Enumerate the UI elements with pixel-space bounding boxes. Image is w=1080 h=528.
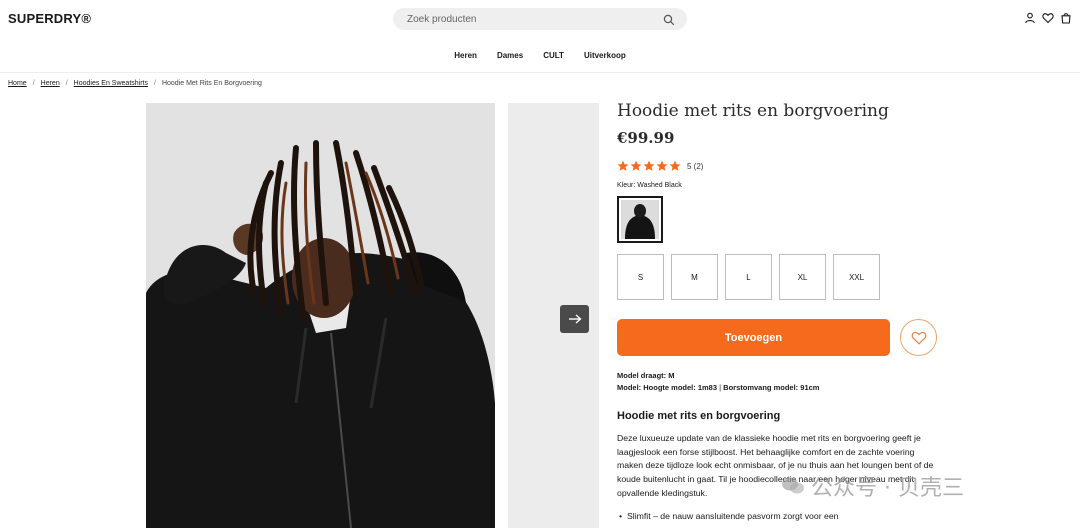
star-icon: [630, 160, 642, 171]
breadcrumb-current: Hoodie Met Rits En Borgvoering: [161, 80, 262, 87]
product-price: €99.99: [617, 129, 675, 147]
colour-label: Kleur: Washed Black: [617, 182, 682, 189]
star-icon: [643, 160, 655, 171]
swatch-thumbnail: [621, 200, 659, 239]
colour-swatch-washed-black[interactable]: [617, 196, 663, 243]
breadcrumb-heren[interactable]: Heren: [41, 80, 60, 87]
heart-icon: [911, 331, 926, 345]
description-title: Hoodie met rits en borgvoering: [617, 410, 781, 422]
model-wears-label: Model draagt:: [617, 371, 667, 380]
star-icon: [669, 160, 681, 171]
gallery-next-button[interactable]: [560, 305, 589, 333]
nav-item-heren[interactable]: Heren: [454, 51, 477, 60]
nav-item-uitverkoop[interactable]: Uitverkoop: [584, 51, 626, 60]
model-photo: [146, 103, 495, 528]
bag-icon[interactable]: [1060, 12, 1072, 24]
breadcrumb: Home / Heren / Hoodies En Sweatshirts / …: [8, 80, 262, 87]
model-height-label: Model: Hoogte model:: [617, 383, 696, 392]
watermark-text: 公众号 · 贝壳三: [811, 476, 964, 501]
breadcrumb-home[interactable]: Home: [8, 80, 27, 87]
superdry-logo[interactable]: SUPERDRY®: [8, 11, 91, 26]
site-header: SUPERDRY®: [0, 0, 1080, 38]
breadcrumb-separator: /: [32, 80, 35, 87]
search-bar[interactable]: [393, 8, 687, 30]
measurement-separator: |: [719, 383, 722, 392]
header-icons: [1024, 12, 1072, 24]
rating-stars: [617, 160, 681, 172]
size-option-xl[interactable]: XL: [779, 254, 826, 300]
size-option-xxl[interactable]: XXL: [833, 254, 880, 300]
watermark: 公众号 · 贝壳三: [781, 470, 964, 502]
wishlist-button[interactable]: [900, 319, 937, 356]
arrow-right-icon: [568, 314, 582, 324]
model-measurements: Model: Hoogte model: 1m83 | Borstomvang …: [617, 383, 819, 392]
colour-value: Washed Black: [637, 182, 682, 189]
wechat-icon: [782, 477, 804, 494]
product-info: Hoodie met rits en borgvoering €99.99 5 …: [617, 101, 947, 521]
nav-item-cult[interactable]: CULT: [543, 51, 564, 60]
main-nav: Heren Dames CULT Uitverkoop: [0, 38, 1080, 73]
product-main-image[interactable]: [146, 103, 495, 528]
model-chest-label: Borstomvang model:: [723, 383, 799, 392]
star-icon: [617, 160, 629, 171]
rating-count: 5 (2): [687, 161, 704, 171]
model-wears-value: M: [668, 371, 675, 380]
heart-icon[interactable]: [1042, 12, 1054, 24]
search-input[interactable]: [407, 8, 647, 30]
product-rating[interactable]: 5 (2): [617, 160, 703, 172]
size-selector: S M L XL XXL: [617, 254, 880, 300]
model-height-value: 1m83: [697, 383, 718, 392]
breadcrumb-separator: /: [154, 80, 156, 87]
size-option-l[interactable]: L: [725, 254, 772, 300]
size-option-m[interactable]: M: [671, 254, 718, 300]
product-title: Hoodie met rits en borgvoering: [617, 101, 889, 121]
colour-label-key: Kleur:: [617, 182, 636, 189]
breadcrumb-separator: /: [65, 80, 68, 87]
size-option-s[interactable]: S: [617, 254, 664, 300]
nav-item-dames[interactable]: Dames: [497, 51, 523, 60]
model-wears: Model draagt: M: [617, 371, 675, 380]
search-icon[interactable]: [663, 13, 675, 26]
description-bullet: Slimfit – de nauw aansluitende pasvorm z…: [619, 511, 927, 521]
add-to-cart-button[interactable]: Toevoegen: [617, 319, 890, 356]
model-chest-value: 91cm: [800, 383, 820, 392]
breadcrumb-hoodies[interactable]: Hoodies En Sweatshirts: [74, 80, 148, 87]
user-icon[interactable]: [1024, 12, 1036, 24]
star-icon: [656, 160, 668, 171]
